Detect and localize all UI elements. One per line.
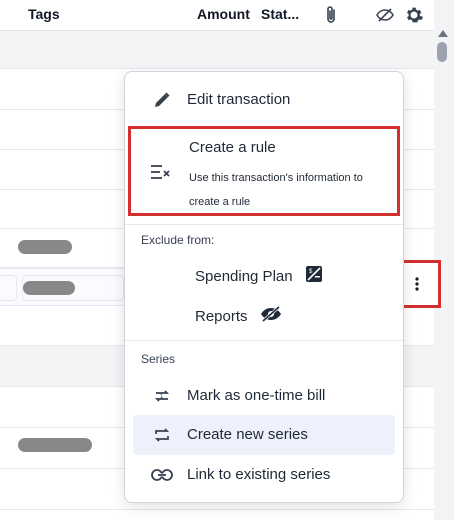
exclude-from-heading: Exclude from: bbox=[141, 233, 215, 247]
exclude-spending-plan-toggle[interactable]: Spending Plan $ bbox=[195, 261, 323, 291]
hidden-eye-icon bbox=[260, 305, 282, 327]
tags-column-header[interactable]: Tags bbox=[28, 6, 60, 22]
link-icon bbox=[151, 464, 173, 486]
tag-cell[interactable] bbox=[0, 275, 17, 301]
exclude-reports-toggle[interactable]: Reports bbox=[195, 301, 282, 331]
mark-one-time-bill-label: Mark as one-time bill bbox=[187, 387, 326, 404]
redacted-text bbox=[18, 240, 72, 254]
tag-cell[interactable] bbox=[22, 275, 124, 301]
transaction-context-menu: Edit transaction Create a rule Use this … bbox=[124, 71, 404, 503]
hidden-eye-icon[interactable] bbox=[374, 4, 396, 26]
menu-divider bbox=[125, 340, 403, 341]
rule-list-icon bbox=[150, 163, 172, 184]
section-header-row bbox=[0, 31, 434, 69]
more-vertical-icon bbox=[415, 277, 419, 291]
table-header: Tags Amount Stat... bbox=[0, 0, 434, 31]
amount-column-header[interactable]: Amount bbox=[197, 6, 250, 22]
scrollbar-thumb[interactable] bbox=[437, 42, 447, 62]
paperclip-icon[interactable] bbox=[320, 4, 342, 26]
edit-transaction-label: Edit transaction bbox=[187, 91, 291, 108]
create-new-series-label: Create new series bbox=[187, 426, 308, 443]
reports-label: Reports bbox=[195, 307, 248, 325]
mark-one-time-bill-item[interactable]: 1 Mark as one-time bill bbox=[133, 376, 395, 416]
status-column-header[interactable]: Stat... bbox=[261, 6, 299, 22]
repeat-icon bbox=[151, 424, 173, 446]
create-new-series-item[interactable]: Create new series bbox=[133, 415, 395, 455]
scroll-up-arrow-icon[interactable] bbox=[438, 30, 448, 37]
series-heading: Series bbox=[141, 352, 176, 366]
menu-divider bbox=[125, 224, 403, 225]
repeat-one-icon: 1 bbox=[151, 385, 173, 407]
redacted-text bbox=[23, 281, 75, 295]
create-rule-item[interactable]: Create a rule Use this transaction's inf… bbox=[128, 126, 400, 216]
spending-plan-label: Spending Plan bbox=[195, 267, 293, 285]
create-rule-title: Create a rule bbox=[189, 139, 276, 156]
create-rule-subtitle: Use this transaction's information to cr… bbox=[189, 172, 363, 208]
pencil-icon bbox=[151, 89, 173, 111]
link-existing-series-label: Link to existing series bbox=[187, 466, 331, 483]
spending-plan-icon: $ bbox=[305, 265, 323, 288]
settings-gear-icon[interactable] bbox=[403, 4, 425, 26]
redacted-text bbox=[18, 438, 92, 452]
link-existing-series-item[interactable]: Link to existing series bbox=[133, 455, 395, 495]
edit-transaction-item[interactable]: Edit transaction bbox=[133, 80, 395, 120]
